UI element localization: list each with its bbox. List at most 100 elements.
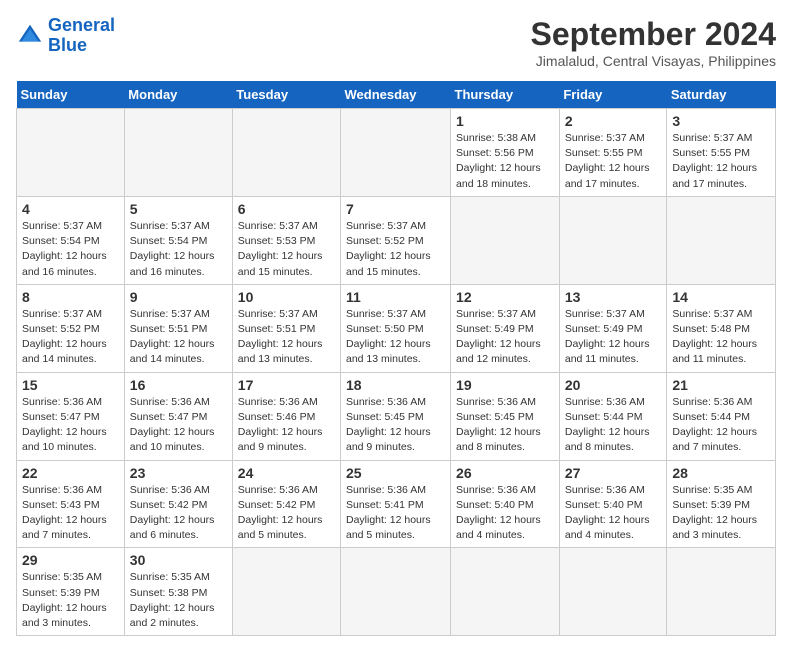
day-info: Sunrise: 5:36 AMSunset: 5:44 PMDaylight:… xyxy=(565,395,662,456)
day-number: 22 xyxy=(22,465,119,481)
day-info: Sunrise: 5:36 AMSunset: 5:40 PMDaylight:… xyxy=(456,483,554,544)
day-info: Sunrise: 5:35 AMSunset: 5:39 PMDaylight:… xyxy=(672,483,770,544)
title-block: September 2024 Jimalalud, Central Visaya… xyxy=(531,16,776,69)
calendar-cell: 7 Sunrise: 5:37 AMSunset: 5:52 PMDaylight… xyxy=(341,196,451,284)
calendar-cell: 20Sunrise: 5:36 AMSunset: 5:44 PMDayligh… xyxy=(559,372,667,460)
day-info: Sunrise: 5:36 AMSunset: 5:44 PMDaylight:… xyxy=(672,395,770,456)
day-number: 25 xyxy=(346,465,445,481)
calendar-cell: 18Sunrise: 5:36 AMSunset: 5:45 PMDayligh… xyxy=(341,372,451,460)
month-title: September 2024 xyxy=(531,16,776,53)
day-number: 7 xyxy=(346,201,445,217)
day-info: Sunrise: 5:36 AMSunset: 5:43 PMDaylight:… xyxy=(22,483,119,544)
calendar-cell xyxy=(232,548,340,636)
logo-icon xyxy=(16,22,44,50)
day-info: Sunrise: 5:37 AMSunset: 5:48 PMDaylight:… xyxy=(672,307,770,368)
calendar-cell xyxy=(451,548,560,636)
calendar-cell xyxy=(667,196,776,284)
day-number: 6 xyxy=(238,201,335,217)
page-header: General Blue September 2024 Jimalalud, C… xyxy=(16,16,776,69)
day-info: Sunrise: 5:37 AMSunset: 5:50 PMDaylight:… xyxy=(346,307,445,368)
day-number: 2 xyxy=(565,113,662,129)
calendar-week-row: 1 Sunrise: 5:38 AMSunset: 5:56 PMDaylight… xyxy=(17,109,776,197)
calendar-cell: 15 Sunrise: 5:36 AMSunset: 5:47 PMDayligh… xyxy=(17,372,125,460)
calendar-cell: 22 Sunrise: 5:36 AMSunset: 5:43 PMDayligh… xyxy=(17,460,125,548)
calendar-cell: 6 Sunrise: 5:37 AMSunset: 5:53 PMDaylight… xyxy=(232,196,340,284)
day-info: Sunrise: 5:38 AMSunset: 5:56 PMDaylight:… xyxy=(456,131,554,192)
day-info: Sunrise: 5:37 AMSunset: 5:49 PMDaylight:… xyxy=(565,307,662,368)
calendar-cell: 5 Sunrise: 5:37 AMSunset: 5:54 PMDaylight… xyxy=(124,196,232,284)
calendar-cell: 28 Sunrise: 5:35 AMSunset: 5:39 PMDayligh… xyxy=(667,460,776,548)
calendar-cell: 16 Sunrise: 5:36 AMSunset: 5:47 PMDayligh… xyxy=(124,372,232,460)
day-number: 12 xyxy=(456,289,554,305)
day-info: Sunrise: 5:37 AMSunset: 5:52 PMDaylight:… xyxy=(22,307,119,368)
logo: General Blue xyxy=(16,16,115,56)
day-number: 18 xyxy=(346,377,445,393)
calendar-cell: 26 Sunrise: 5:36 AMSunset: 5:40 PMDayligh… xyxy=(451,460,560,548)
calendar-cell: 1 Sunrise: 5:38 AMSunset: 5:56 PMDaylight… xyxy=(451,109,560,197)
calendar-cell: 25 Sunrise: 5:36 AMSunset: 5:41 PMDayligh… xyxy=(341,460,451,548)
day-number: 29 xyxy=(22,552,119,568)
header-tuesday: Tuesday xyxy=(232,81,340,109)
day-number: 10 xyxy=(238,289,335,305)
day-number: 28 xyxy=(672,465,770,481)
day-info: Sunrise: 5:36 AMSunset: 5:46 PMDaylight:… xyxy=(238,395,335,456)
calendar-table: SundayMondayTuesdayWednesdayThursdayFrid… xyxy=(16,81,776,636)
day-number: 16 xyxy=(130,377,227,393)
calendar-cell: 8Sunrise: 5:37 AMSunset: 5:52 PMDaylight… xyxy=(17,284,125,372)
calendar-cell: 29 Sunrise: 5:35 AMSunset: 5:39 PMDayligh… xyxy=(17,548,125,636)
calendar-cell: 11Sunrise: 5:37 AMSunset: 5:50 PMDayligh… xyxy=(341,284,451,372)
calendar-week-row: 22 Sunrise: 5:36 AMSunset: 5:43 PMDayligh… xyxy=(17,460,776,548)
calendar-cell xyxy=(341,109,451,197)
calendar-cell: 2 Sunrise: 5:37 AMSunset: 5:55 PMDaylight… xyxy=(559,109,667,197)
calendar-cell xyxy=(451,196,560,284)
day-info: Sunrise: 5:35 AMSunset: 5:39 PMDaylight:… xyxy=(22,570,119,631)
day-number: 15 xyxy=(22,377,119,393)
day-info: Sunrise: 5:37 AMSunset: 5:51 PMDaylight:… xyxy=(130,307,227,368)
calendar-cell: 3Sunrise: 5:37 AMSunset: 5:55 PMDaylight… xyxy=(667,109,776,197)
header-saturday: Saturday xyxy=(667,81,776,109)
calendar-cell: 27Sunrise: 5:36 AMSunset: 5:40 PMDayligh… xyxy=(559,460,667,548)
day-info: Sunrise: 5:37 AMSunset: 5:49 PMDaylight:… xyxy=(456,307,554,368)
calendar-cell: 21Sunrise: 5:36 AMSunset: 5:44 PMDayligh… xyxy=(667,372,776,460)
day-info: Sunrise: 5:37 AMSunset: 5:54 PMDaylight:… xyxy=(130,219,227,280)
calendar-cell: 14 Sunrise: 5:37 AMSunset: 5:48 PMDayligh… xyxy=(667,284,776,372)
location-subtitle: Jimalalud, Central Visayas, Philippines xyxy=(531,53,776,69)
day-info: Sunrise: 5:37 AMSunset: 5:53 PMDaylight:… xyxy=(238,219,335,280)
day-info: Sunrise: 5:36 AMSunset: 5:42 PMDaylight:… xyxy=(238,483,335,544)
day-info: Sunrise: 5:36 AMSunset: 5:47 PMDaylight:… xyxy=(22,395,119,456)
day-number: 13 xyxy=(565,289,662,305)
calendar-week-row: 8Sunrise: 5:37 AMSunset: 5:52 PMDaylight… xyxy=(17,284,776,372)
day-number: 1 xyxy=(456,113,554,129)
calendar-week-row: 15 Sunrise: 5:36 AMSunset: 5:47 PMDayligh… xyxy=(17,372,776,460)
day-info: Sunrise: 5:36 AMSunset: 5:41 PMDaylight:… xyxy=(346,483,445,544)
calendar-cell: 12 Sunrise: 5:37 AMSunset: 5:49 PMDayligh… xyxy=(451,284,560,372)
header-thursday: Thursday xyxy=(451,81,560,109)
day-number: 19 xyxy=(456,377,554,393)
calendar-cell xyxy=(341,548,451,636)
day-info: Sunrise: 5:37 AMSunset: 5:54 PMDaylight:… xyxy=(22,219,119,280)
day-number: 14 xyxy=(672,289,770,305)
calendar-cell: 19 Sunrise: 5:36 AMSunset: 5:45 PMDayligh… xyxy=(451,372,560,460)
calendar-cell: 24Sunrise: 5:36 AMSunset: 5:42 PMDayligh… xyxy=(232,460,340,548)
day-info: Sunrise: 5:37 AMSunset: 5:51 PMDaylight:… xyxy=(238,307,335,368)
calendar-cell xyxy=(124,109,232,197)
calendar-week-row: 4 Sunrise: 5:37 AMSunset: 5:54 PMDaylight… xyxy=(17,196,776,284)
day-info: Sunrise: 5:36 AMSunset: 5:47 PMDaylight:… xyxy=(130,395,227,456)
calendar-cell: 17 Sunrise: 5:36 AMSunset: 5:46 PMDayligh… xyxy=(232,372,340,460)
day-info: Sunrise: 5:37 AMSunset: 5:55 PMDaylight:… xyxy=(565,131,662,192)
day-number: 5 xyxy=(130,201,227,217)
calendar-cell xyxy=(559,196,667,284)
day-info: Sunrise: 5:36 AMSunset: 5:45 PMDaylight:… xyxy=(456,395,554,456)
day-info: Sunrise: 5:37 AMSunset: 5:52 PMDaylight:… xyxy=(346,219,445,280)
calendar-cell: 30Sunrise: 5:35 AMSunset: 5:38 PMDayligh… xyxy=(124,548,232,636)
day-info: Sunrise: 5:36 AMSunset: 5:40 PMDaylight:… xyxy=(565,483,662,544)
day-number: 30 xyxy=(130,552,227,568)
logo-line1: General xyxy=(48,15,115,35)
calendar-header-row: SundayMondayTuesdayWednesdayThursdayFrid… xyxy=(17,81,776,109)
day-info: Sunrise: 5:37 AMSunset: 5:55 PMDaylight:… xyxy=(672,131,770,192)
day-number: 26 xyxy=(456,465,554,481)
calendar-cell xyxy=(559,548,667,636)
day-number: 17 xyxy=(238,377,335,393)
day-number: 4 xyxy=(22,201,119,217)
logo-text: General Blue xyxy=(48,16,115,56)
